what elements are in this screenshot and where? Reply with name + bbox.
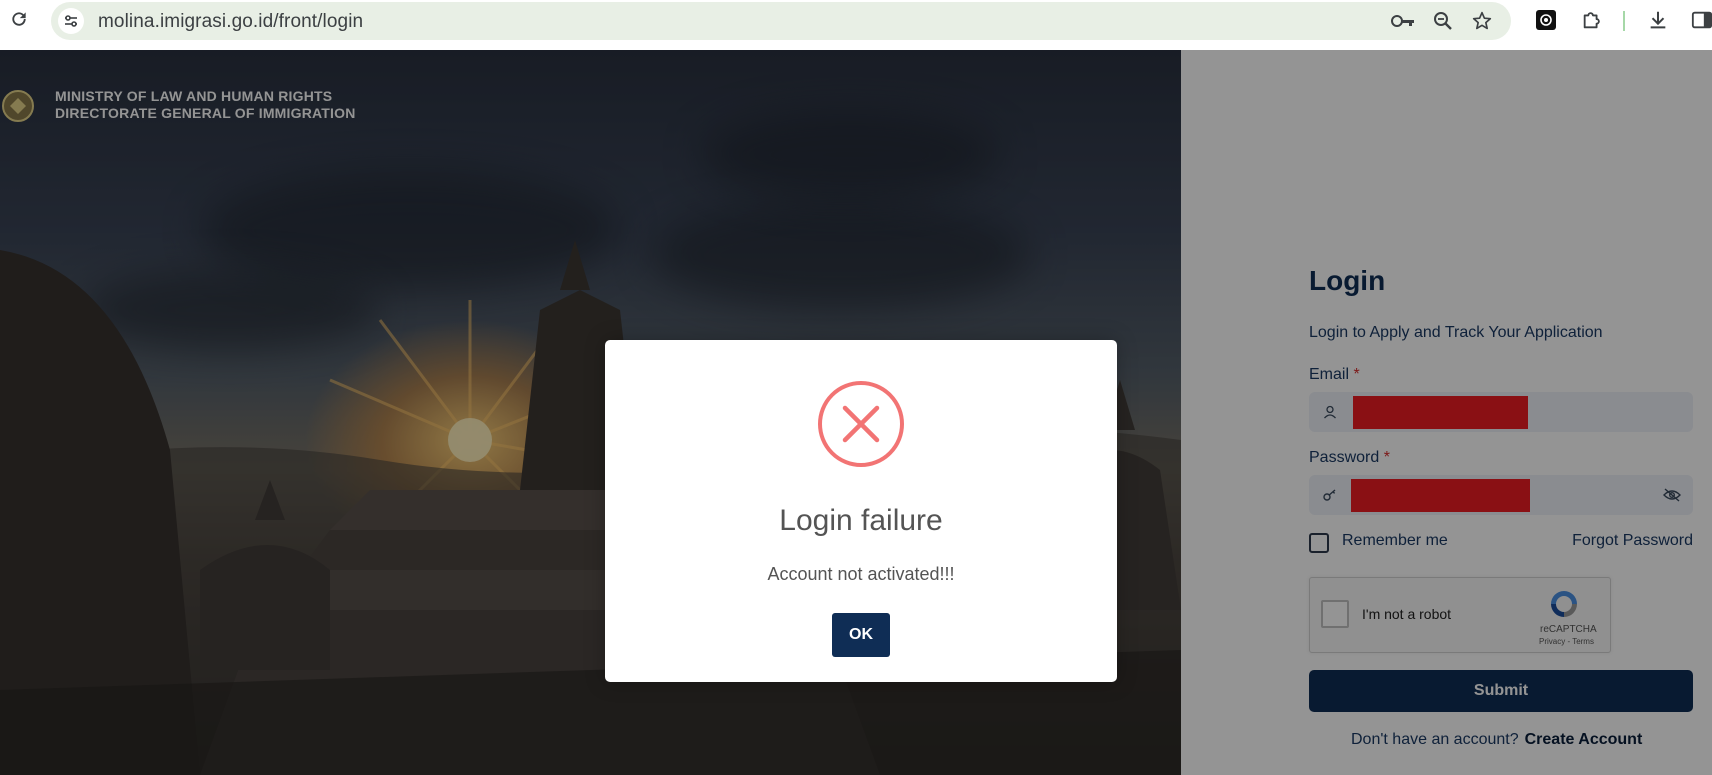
url-text[interactable]: molina.imigrasi.go.id/front/login bbox=[98, 11, 363, 33]
site-info-icon[interactable] bbox=[58, 8, 84, 34]
bookmark-star-icon[interactable] bbox=[1470, 10, 1494, 32]
browser-toolbar: molina.imigrasi.go.id/front/login bbox=[0, 0, 1712, 50]
dialog-message: Account not activated!!! bbox=[767, 564, 955, 584]
extension-app-icon[interactable] bbox=[1534, 8, 1558, 32]
error-x-icon bbox=[818, 381, 904, 467]
side-panel-icon[interactable] bbox=[1690, 8, 1712, 32]
download-icon[interactable] bbox=[1646, 8, 1670, 32]
toolbar-divider bbox=[1623, 11, 1625, 31]
extensions-puzzle-icon[interactable] bbox=[1580, 8, 1604, 32]
address-bar[interactable]: molina.imigrasi.go.id/front/login bbox=[51, 2, 1511, 40]
dialog-title: Login failure bbox=[779, 504, 943, 537]
page-content: MINISTRY OF LAW AND HUMAN RIGHTS DIRECTO… bbox=[0, 50, 1712, 775]
ok-button[interactable]: OK bbox=[832, 613, 890, 657]
reload-icon[interactable] bbox=[8, 9, 30, 31]
login-failure-dialog: Login failure Account not activated!!! O… bbox=[605, 340, 1117, 682]
zoom-icon[interactable] bbox=[1431, 10, 1455, 32]
password-key-icon[interactable] bbox=[1391, 10, 1415, 32]
